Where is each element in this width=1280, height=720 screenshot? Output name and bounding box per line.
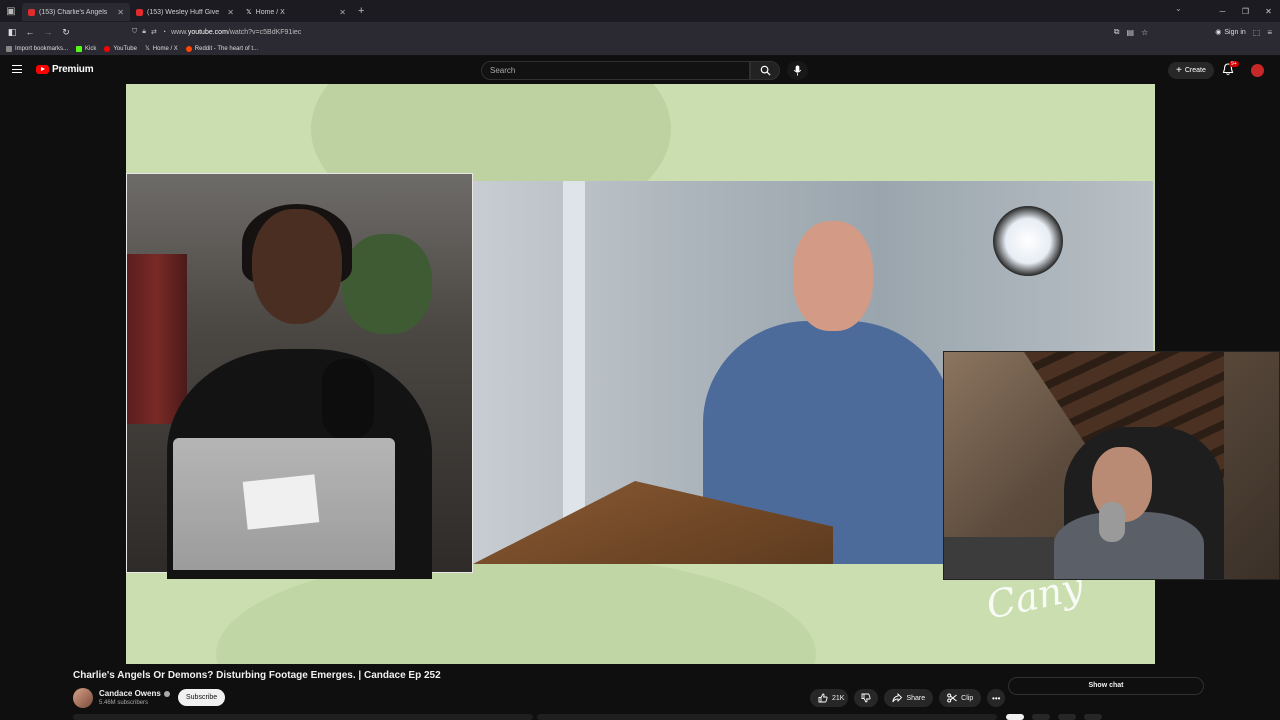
- forward-icon[interactable]: →: [39, 27, 57, 37]
- tab-home-x[interactable]: 𝕏 Home / X ✕: [240, 3, 352, 21]
- bookmark-home-x[interactable]: 𝕏 Home / X: [144, 45, 178, 53]
- reddit-icon: [185, 45, 192, 52]
- tab-menu-icon[interactable]: ▣: [0, 0, 22, 22]
- kick-icon: [76, 45, 83, 52]
- dislike-button[interactable]: [854, 689, 879, 707]
- plus-icon: +: [1176, 65, 1182, 76]
- related-filter-chips: [1006, 714, 1206, 720]
- like-count: 21K: [832, 694, 845, 702]
- account-icon: ◉: [1215, 29, 1222, 36]
- webcam-overlay: [943, 351, 1280, 580]
- youtube-icon: [104, 45, 111, 52]
- extensions-icon[interactable]: ⬚: [1253, 28, 1261, 37]
- tab-charlies-angels[interactable]: (153) Charlie's Angels Or D ✕: [22, 3, 130, 21]
- like-button[interactable]: 21K: [810, 689, 849, 707]
- photo-sticker: [242, 474, 320, 530]
- studio-microphone: [322, 359, 374, 439]
- youtube-favicon-icon: [28, 8, 35, 16]
- laptop: [173, 438, 395, 570]
- filter-chip[interactable]: [1058, 714, 1076, 720]
- tab-close-icon[interactable]: ✕: [339, 8, 346, 17]
- tab-title: Home / X: [255, 8, 285, 16]
- filter-chip[interactable]: [1084, 714, 1102, 720]
- video-title: Charlie's Angels Or Demons? Disturbing F…: [73, 670, 441, 681]
- tab-title: (153) Wesley Huff Gives Histori: [147, 8, 220, 16]
- voice-search-button[interactable]: [787, 61, 808, 80]
- url-text[interactable]: www.youtube.com/watch?v=c5BdKF91iec: [171, 29, 301, 36]
- x-favicon-icon: 𝕏: [246, 8, 252, 16]
- bookmark-import[interactable]: Import bookmarks...: [6, 45, 68, 52]
- lock-icon[interactable]: 🔒︎: [142, 28, 146, 36]
- channel-avatar[interactable]: [73, 688, 93, 708]
- x-icon: 𝕏: [144, 46, 150, 52]
- list-all-tabs-icon[interactable]: ⌄: [1175, 4, 1182, 13]
- filter-chip[interactable]: [1032, 714, 1050, 720]
- streamer-microphone: [1099, 502, 1125, 542]
- youtube-favicon-icon: [136, 8, 143, 16]
- bookmark-reddit[interactable]: Reddit - The heart of t...: [185, 45, 258, 52]
- picture-in-picture-icon[interactable]: ⧉: [1114, 27, 1120, 37]
- reader-view-icon[interactable]: ▤: [1127, 28, 1135, 37]
- sign-in-button[interactable]: ◉ Sign in: [1215, 28, 1246, 37]
- subscriber-count: 5.46M subscribers: [99, 700, 149, 706]
- restore-icon[interactable]: ❐: [1234, 7, 1257, 16]
- window-controls: ─ ❐ ✕: [1211, 0, 1280, 22]
- subscribe-button[interactable]: Subscribe: [178, 689, 226, 706]
- permissions-icon[interactable]: ⇄: [151, 28, 157, 36]
- youtube-header: Premium Search + Create 9+: [0, 57, 1280, 84]
- video-actions: 21K Share Clip •••: [810, 689, 1006, 707]
- address-bar[interactable]: ⛉ 🔒︎ ⇄ ◔ www.youtube.com/watch?v=c5BdKF9…: [132, 25, 1092, 39]
- browser-nav-bar: ◧ ← → ↻ ⛉ 🔒︎ ⇄ ◔ www.youtube.com/watch?v…: [0, 22, 1280, 42]
- description-box[interactable]: [537, 714, 997, 720]
- stage-light: [993, 206, 1063, 276]
- sidebar-toggle-icon[interactable]: ◧: [3, 27, 21, 38]
- bookmark-kick[interactable]: Kick: [76, 45, 96, 52]
- tab-title: (153) Charlie's Angels Or D: [39, 8, 109, 16]
- filter-chip[interactable]: [1006, 714, 1024, 720]
- guide-menu-icon[interactable]: [12, 65, 22, 73]
- share-icon: [892, 693, 903, 703]
- streamer-person: [1054, 512, 1204, 579]
- youtube-premium-logo[interactable]: Premium: [36, 64, 94, 75]
- thumbs-down-icon: [862, 693, 872, 703]
- create-button[interactable]: + Create: [1168, 62, 1214, 79]
- host-camera-panel: [126, 173, 473, 579]
- youtube-play-logo-icon: [36, 65, 49, 74]
- tab-wesley-huff[interactable]: (153) Wesley Huff Gives Histori ✕: [130, 3, 240, 21]
- new-tab-button[interactable]: +: [358, 5, 364, 17]
- account-avatar[interactable]: [1251, 64, 1264, 77]
- more-actions-button[interactable]: •••: [987, 689, 1006, 707]
- clip-button[interactable]: Clip: [939, 689, 982, 707]
- import-icon: [6, 45, 12, 52]
- browser-tab-strip: ▣ (153) Charlie's Angels Or D ✕ (153) We…: [0, 0, 1280, 22]
- description-box[interactable]: [73, 714, 533, 720]
- reload-icon[interactable]: ↻: [57, 27, 75, 38]
- desk: [944, 537, 1054, 579]
- minimize-icon[interactable]: ─: [1211, 7, 1234, 16]
- tab-close-icon[interactable]: ✕: [117, 8, 124, 17]
- search-button[interactable]: [750, 61, 780, 80]
- share-button[interactable]: Share: [884, 689, 934, 707]
- search-input[interactable]: Search: [481, 61, 750, 80]
- bookmark-star-icon[interactable]: ☆: [1141, 28, 1148, 37]
- scissors-icon: [947, 693, 957, 703]
- bookmark-youtube[interactable]: YouTube: [104, 45, 137, 52]
- shield-icon[interactable]: ⛉: [132, 28, 137, 36]
- app-menu-icon[interactable]: ≡: [1267, 28, 1272, 37]
- microphone-icon: [793, 65, 802, 76]
- notification-badge: 9+: [1229, 61, 1239, 67]
- tracking-icon[interactable]: ◔: [162, 29, 166, 36]
- close-window-icon[interactable]: ✕: [1257, 7, 1280, 16]
- nav-right-tools: ⧉ ▤ ☆ ◉ Sign in ⬚ ≡: [1114, 22, 1280, 42]
- tab-close-icon[interactable]: ✕: [227, 8, 234, 17]
- show-chat-button[interactable]: Show chat: [1008, 677, 1204, 695]
- logo-text: Premium: [52, 64, 94, 75]
- thumbs-up-icon: [818, 693, 828, 703]
- search-icon: [760, 65, 771, 76]
- verified-icon: [163, 690, 170, 697]
- channel-name[interactable]: Candace Owens: [99, 689, 170, 698]
- back-icon[interactable]: ←: [21, 27, 39, 37]
- bookmarks-bar: Import bookmarks... Kick YouTube 𝕏 Home /…: [0, 42, 1280, 56]
